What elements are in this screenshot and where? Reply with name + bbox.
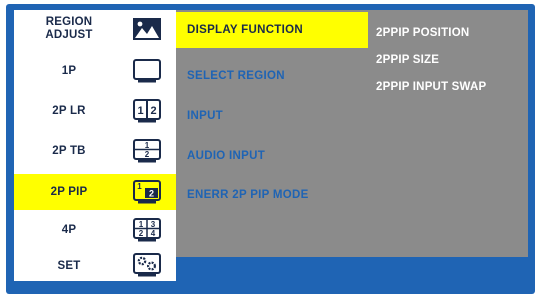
quad-split-icon: 1 3 2 4 xyxy=(132,217,162,243)
split-left-right-icon: 1 2 xyxy=(132,98,162,124)
menu-item-label: ENERR 2P PIP MODE xyxy=(187,189,309,201)
sidebar-item-1p[interactable]: 1P xyxy=(14,54,176,88)
sidebar-item-label: 4P xyxy=(61,224,77,236)
picture-icon xyxy=(132,17,162,43)
sidebar-item-label: 2P TB xyxy=(52,145,86,157)
menu-item-label: DISPLAY FUNCTION xyxy=(187,24,303,36)
icon-digit: 1 xyxy=(137,182,142,191)
picture-in-picture-icon: 1 2 xyxy=(132,179,162,205)
icon-digit: 2 xyxy=(145,150,150,159)
menu-item-label: AUDIO INPUT xyxy=(187,150,266,162)
icon-digit: 1 xyxy=(139,220,144,229)
icon-digit: 1 xyxy=(145,141,150,150)
split-top-bottom-icon: 1 2 xyxy=(132,138,162,164)
menu-item-label: INPUT xyxy=(187,110,223,122)
sidebar-item-label: 1P xyxy=(61,65,77,77)
single-monitor-icon xyxy=(132,58,162,84)
settings-monitor-icon xyxy=(132,252,162,278)
icon-digit: 2 xyxy=(149,189,154,199)
icon-digit: 2 xyxy=(139,229,144,238)
sidebar-item-2p-lr[interactable]: 2P LR 1 2 xyxy=(14,94,176,128)
menu-item-audio-input[interactable]: AUDIO INPUT xyxy=(176,138,368,174)
sidebar: REGION ADJUST 1P 2P LR 1 2 2P TB 1 2 2P … xyxy=(14,10,176,281)
icon-digit: 3 xyxy=(151,220,156,229)
submenu-item-pip-input-swap[interactable]: 2PPIP INPUT SWAP xyxy=(376,81,486,93)
menu-item-pip-mode[interactable]: ENERR 2P PIP MODE xyxy=(176,177,368,213)
sidebar-item-2p-tb[interactable]: 2P TB 1 2 xyxy=(14,134,176,168)
sidebar-item-label: 2P LR xyxy=(52,105,86,117)
icon-digit: 1 xyxy=(137,105,143,117)
menu-item-input[interactable]: INPUT xyxy=(176,98,368,134)
submenu-panel: 2PPIP POSITION 2PPIP SIZE 2PPIP INPUT SW… xyxy=(368,10,528,257)
sidebar-item-2p-pip[interactable]: 2P PIP 1 2 xyxy=(14,174,176,210)
sidebar-item-set[interactable]: SET xyxy=(14,249,176,283)
icon-digit: 2 xyxy=(150,105,156,117)
submenu-item-pip-position[interactable]: 2PPIP POSITION xyxy=(376,27,469,39)
submenu-item-pip-size[interactable]: 2PPIP SIZE xyxy=(376,54,439,66)
sidebar-item-label: REGION ADJUST xyxy=(45,16,93,41)
sidebar-item-region-adjust[interactable]: REGION ADJUST xyxy=(14,10,176,48)
sidebar-item-label: 2P PIP xyxy=(50,186,88,198)
menu-item-label: SELECT REGION xyxy=(187,70,285,82)
sidebar-item-label: SET xyxy=(57,260,81,272)
menu-item-display-function[interactable]: DISPLAY FUNCTION xyxy=(176,12,368,48)
function-menu: DISPLAY FUNCTION SELECT REGION INPUT AUD… xyxy=(176,10,368,257)
menu-item-select-region[interactable]: SELECT REGION xyxy=(176,58,368,94)
icon-digit: 4 xyxy=(151,229,156,238)
sidebar-item-4p[interactable]: 4P 1 3 2 4 xyxy=(14,213,176,247)
